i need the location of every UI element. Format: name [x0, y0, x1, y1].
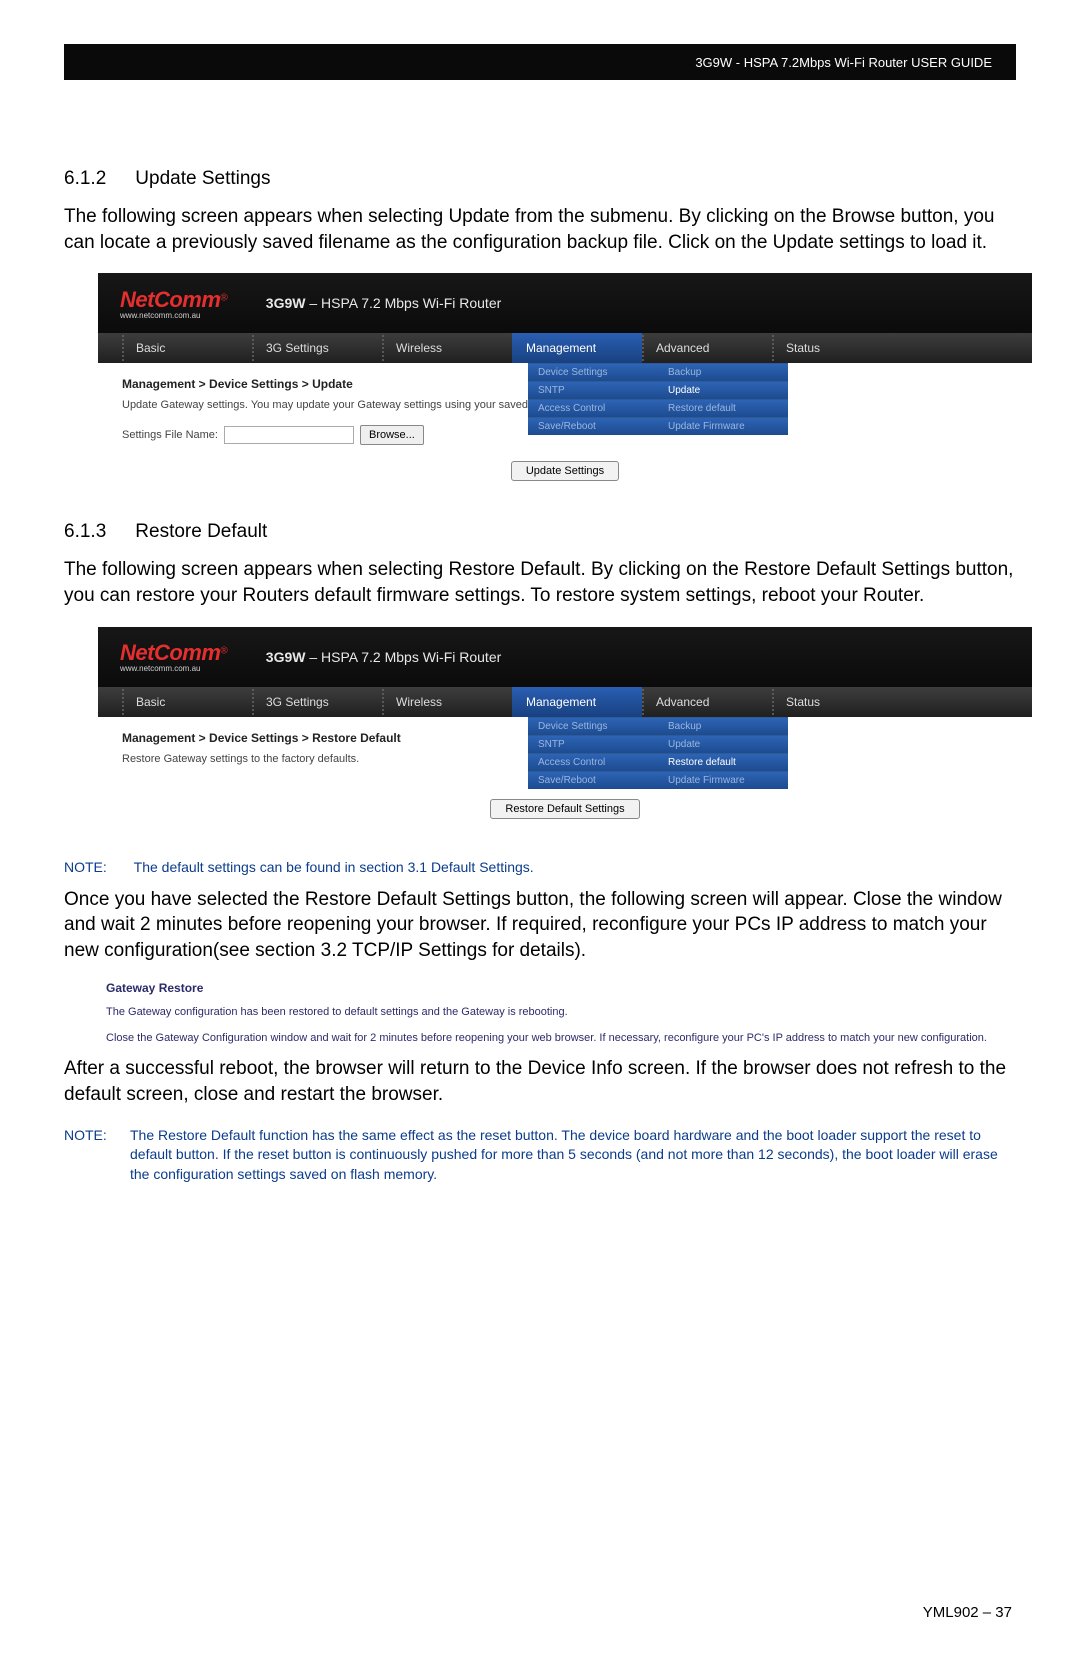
router-header: NetComm® www.netcomm.com.au 3G9W – HSPA … [98, 627, 1032, 687]
section-title-613: 6.1.3 Restore Default [64, 521, 1016, 543]
nav-basic[interactable]: Basic [122, 687, 252, 717]
nav-status[interactable]: Status [772, 333, 902, 363]
section-number: 6.1.3 [64, 521, 130, 543]
section-name: Restore Default [135, 521, 267, 542]
page-footer: YML902 – 37 [64, 1604, 1016, 1621]
submenu-dropdown: Device Settings SNTP Access Control Save… [528, 363, 788, 435]
logo-text: NetComm [120, 287, 220, 312]
note-label: NOTE: [64, 1126, 130, 1185]
para-after-restore: Once you have selected the Restore Defau… [64, 887, 1016, 964]
para-after-reboot: After a successful reboot, the browser w… [64, 1056, 1016, 1107]
content-area: Management > Device Settings > Restore D… [98, 717, 1032, 837]
restore-default-button[interactable]: Restore Default Settings [490, 799, 639, 819]
dd-device-settings[interactable]: Device Settings [528, 717, 658, 735]
nav-management[interactable]: Management [512, 687, 642, 717]
para-612: The following screen appears when select… [64, 204, 1016, 255]
browse-button[interactable]: Browse... [360, 425, 424, 445]
content-area: Management > Device Settings > Update Up… [98, 363, 1032, 499]
router-header: NetComm® www.netcomm.com.au 3G9W – HSPA … [98, 273, 1032, 333]
logo-subtext: www.netcomm.com.au [120, 311, 228, 320]
gw-line1: The Gateway configuration has been resto… [106, 1005, 1026, 1020]
dd-update-firmware[interactable]: Update Firmware [658, 417, 788, 435]
nav-3g[interactable]: 3G Settings [252, 687, 382, 717]
dd-sntp[interactable]: SNTP [528, 735, 658, 753]
nav-basic[interactable]: Basic [122, 333, 252, 363]
nav-3g[interactable]: 3G Settings [252, 333, 382, 363]
para-613: The following screen appears when select… [64, 557, 1016, 608]
dd-sntp[interactable]: SNTP [528, 381, 658, 399]
gw-title: Gateway Restore [106, 981, 1026, 995]
nav-wireless[interactable]: Wireless [382, 333, 512, 363]
dd-backup[interactable]: Backup [658, 363, 788, 381]
nav-advanced[interactable]: Advanced [642, 687, 772, 717]
dd-update[interactable]: Update [658, 381, 788, 399]
router-model: 3G9W [266, 649, 306, 665]
logo: NetComm® www.netcomm.com.au [120, 640, 228, 673]
dd-save-reboot[interactable]: Save/Reboot [528, 771, 658, 789]
note-text: The default settings can be found in sec… [134, 859, 534, 875]
gateway-restore-box: Gateway Restore The Gateway configuratio… [106, 981, 1026, 1046]
router-model: 3G9W [266, 295, 306, 311]
nav-management[interactable]: Management [512, 333, 642, 363]
router-title: 3G9W – HSPA 7.2 Mbps Wi-Fi Router [266, 649, 502, 665]
router-desc: – HSPA 7.2 Mbps Wi-Fi Router [305, 649, 501, 665]
file-input[interactable] [224, 426, 354, 444]
dd-backup[interactable]: Backup [658, 717, 788, 735]
dd-save-reboot[interactable]: Save/Reboot [528, 417, 658, 435]
dd-restore-default[interactable]: Restore default [658, 753, 788, 771]
note-1: NOTE: The default settings can be found … [64, 859, 1016, 875]
update-settings-button[interactable]: Update Settings [511, 461, 619, 481]
nav-status[interactable]: Status [772, 687, 902, 717]
logo-subtext: www.netcomm.com.au [120, 664, 228, 673]
section-number: 6.1.2 [64, 168, 130, 190]
nav-bar: Basic 3G Settings Wireless Management Ad… [98, 687, 1032, 717]
note-label: NOTE: [64, 859, 130, 875]
logo: NetComm® www.netcomm.com.au [120, 287, 228, 320]
file-label: Settings File Name: [122, 429, 218, 441]
dd-restore-default[interactable]: Restore default [658, 399, 788, 417]
section-title-612: 6.1.2 Update Settings [64, 168, 1016, 190]
screenshot-restore-default: NetComm® www.netcomm.com.au 3G9W – HSPA … [98, 627, 1032, 837]
nav-bar: Basic 3G Settings Wireless Management Ad… [98, 333, 1032, 363]
router-desc: – HSPA 7.2 Mbps Wi-Fi Router [305, 295, 501, 311]
dd-access-control[interactable]: Access Control [528, 399, 658, 417]
submenu-dropdown: Device Settings SNTP Access Control Save… [528, 717, 788, 789]
screenshot-update-settings: NetComm® www.netcomm.com.au 3G9W – HSPA … [98, 273, 1032, 499]
doc-header-title: 3G9W - HSPA 7.2Mbps Wi-Fi Router USER GU… [695, 55, 992, 70]
dd-update-firmware[interactable]: Update Firmware [658, 771, 788, 789]
note-2: NOTE: The Restore Default function has t… [64, 1126, 1016, 1185]
dd-update[interactable]: Update [658, 735, 788, 753]
nav-wireless[interactable]: Wireless [382, 687, 512, 717]
gw-line2: Close the Gateway Configuration window a… [106, 1031, 1026, 1046]
note-text: The Restore Default function has the sam… [130, 1126, 1016, 1185]
router-title: 3G9W – HSPA 7.2 Mbps Wi-Fi Router [266, 295, 502, 311]
nav-advanced[interactable]: Advanced [642, 333, 772, 363]
logo-text: NetComm [120, 640, 220, 665]
doc-header: 3G9W - HSPA 7.2Mbps Wi-Fi Router USER GU… [64, 44, 1016, 80]
dd-access-control[interactable]: Access Control [528, 753, 658, 771]
section-name: Update Settings [135, 168, 270, 189]
dd-device-settings[interactable]: Device Settings [528, 363, 658, 381]
